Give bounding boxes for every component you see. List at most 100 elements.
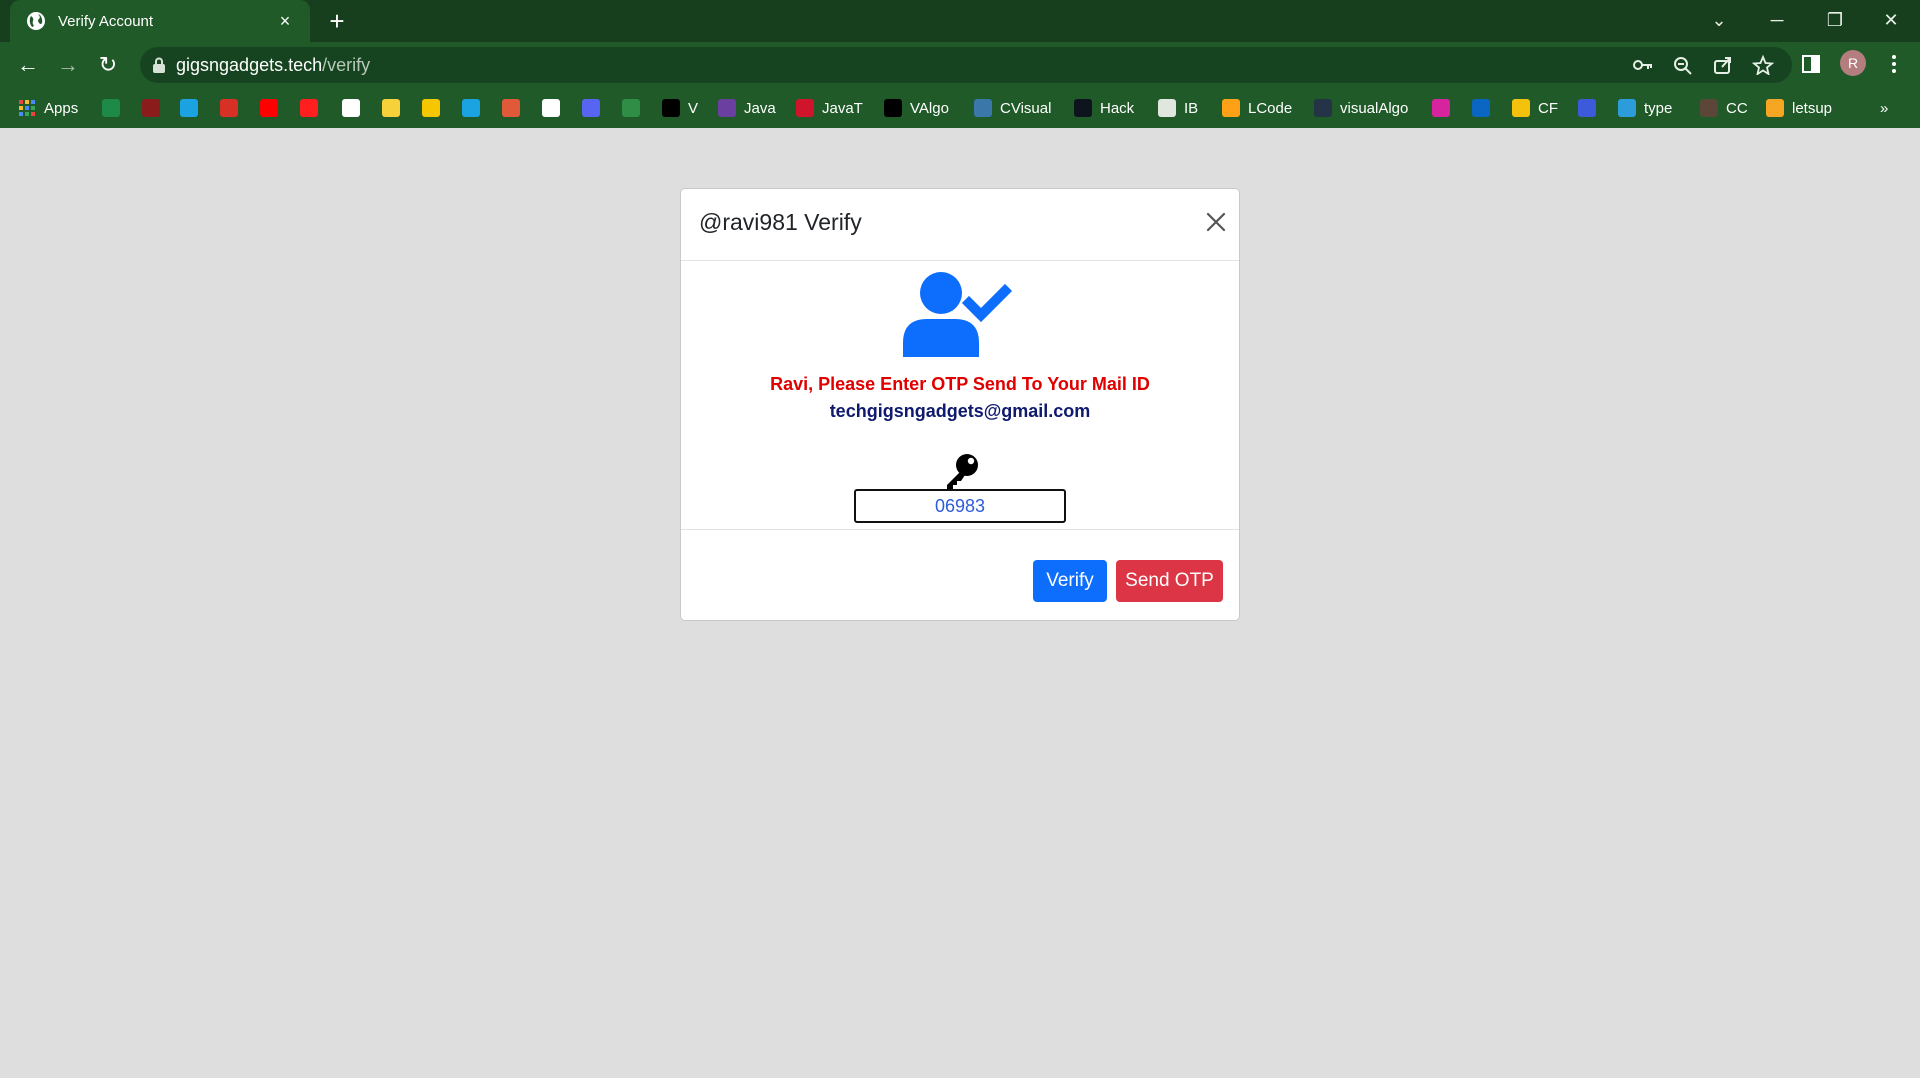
bookmark-label: IB <box>1184 99 1199 117</box>
bookmark-gfg-icon[interactable] <box>622 96 640 120</box>
bookmark-youtube-icon[interactable] <box>260 96 278 120</box>
lock-icon[interactable] <box>152 57 166 73</box>
bookmark-label: VAlgo <box>910 99 949 117</box>
arrow-dev-icon <box>462 99 480 117</box>
side-panel-icon[interactable] <box>1797 50 1825 78</box>
bookmark-ib[interactable]: IB <box>1158 96 1198 120</box>
email-address: techgigsngadgets@gmail.com <box>829 401 1091 421</box>
url-text[interactable]: gigsngadgets.tech/verify <box>176 55 370 76</box>
profile-avatar[interactable]: R <box>1840 50 1866 76</box>
bookmark-cc[interactable]: CC <box>1700 96 1748 120</box>
bookmarks-bar: Apps V Java JavaT VAlgo CVisual Hack IB LCode vis… <box>0 88 1920 128</box>
bookmark-overflow-chevron-icon[interactable]: » <box>1880 96 1888 120</box>
bookmark-youtube-music-icon[interactable] <box>300 96 318 120</box>
browser-chrome: Verify Account × + ⌄ ─ ❐ ✕ ← → ↻ gigsnga… <box>0 0 1920 128</box>
bookmark-cvisual[interactable]: CVisual <box>974 96 1051 120</box>
verify-button[interactable]: Verify <box>1033 560 1107 602</box>
bookmark-discord-icon[interactable] <box>582 96 600 120</box>
flipkart-icon <box>382 99 400 117</box>
codechef-icon <box>1700 99 1718 117</box>
letsupgrade-icon <box>1766 99 1784 117</box>
bookmark-label: CVisual <box>1000 99 1052 117</box>
bookmark-label: Java <box>744 99 776 117</box>
bookmark-java[interactable]: Java <box>718 96 776 120</box>
browser-tab[interactable]: Verify Account × <box>10 0 310 42</box>
bookmark-gmail-icon[interactable] <box>220 96 238 120</box>
bookmark-hack[interactable]: Hack <box>1074 96 1134 120</box>
bookmark-label: Apps <box>44 99 79 117</box>
close-window-button[interactable]: ✕ <box>1862 0 1920 42</box>
send-otp-button[interactable]: Send OTP <box>1116 560 1223 602</box>
excel-icon <box>102 99 120 117</box>
bookmark-amazon-icon[interactable] <box>342 96 360 120</box>
star-icon[interactable] <box>1752 55 1774 75</box>
bookmark-visualalgo[interactable]: visualAlgo <box>1314 96 1408 120</box>
leetcode-icon <box>1222 99 1240 117</box>
restore-button[interactable]: ❐ <box>1806 0 1864 42</box>
bookmark-cf[interactable]: CF <box>1512 96 1558 120</box>
forward-button[interactable]: → <box>52 50 84 80</box>
tab-close-icon[interactable]: × <box>274 10 296 32</box>
bookmark-label: V <box>688 99 699 117</box>
minimize-button[interactable]: ─ <box>1748 0 1806 42</box>
bookmark-label: visualAlgo <box>1340 99 1409 117</box>
otp-instruction: Ravi, Please Enter OTP Send To Your Mail… <box>770 374 1150 394</box>
amazon-icon <box>342 99 360 117</box>
menu-dots-icon[interactable] <box>1880 50 1908 78</box>
link-icon <box>1578 99 1596 117</box>
github-icon <box>542 99 560 117</box>
code-icon <box>502 99 520 117</box>
bookmark-apps[interactable]: Apps <box>18 96 78 120</box>
javat-icon <box>796 99 814 117</box>
globe-icon <box>27 12 45 30</box>
bookmark-label: JavaT <box>822 99 863 117</box>
key-icon <box>947 454 978 489</box>
tab-title: Verify Account <box>58 12 154 30</box>
bookmark-arrow-dev-icon[interactable] <box>462 96 480 120</box>
tab-search-icon[interactable]: ⌄ <box>1690 0 1748 42</box>
bookmark-github-icon[interactable] <box>542 96 560 120</box>
linkedin-icon <box>1472 99 1490 117</box>
zoom-icon[interactable] <box>1672 55 1694 75</box>
bookmark-code-icon[interactable] <box>502 96 520 120</box>
otp-input[interactable] <box>854 489 1066 523</box>
bookmark-arch-icon[interactable] <box>142 96 160 120</box>
youtube-icon <box>260 99 278 117</box>
new-tab-button[interactable]: + <box>322 8 352 34</box>
visualalgo-icon <box>1314 99 1332 117</box>
bookmark-paytm-p-icon[interactable] <box>422 96 440 120</box>
bookmark-link-icon[interactable] <box>1578 96 1596 120</box>
bookmark-type[interactable]: type <box>1618 96 1672 120</box>
bookmark-label: type <box>1644 99 1673 117</box>
bookmark-v[interactable]: V <box>662 96 698 120</box>
valgo-icon <box>884 99 902 117</box>
user-check-icon <box>903 272 1013 357</box>
bookmark-valgo[interactable]: VAlgo <box>884 96 949 120</box>
browser-toolbar: ← → ↻ gigsngadgets.tech/verify <box>0 42 1920 88</box>
reload-button[interactable]: ↻ <box>92 50 124 80</box>
bookmark-instagram-icon[interactable] <box>1432 96 1450 120</box>
bookmark-excel-icon[interactable] <box>102 96 120 120</box>
bookmark-label: CF <box>1538 99 1558 117</box>
address-bar[interactable]: gigsngadgets.tech/verify <box>140 47 1792 83</box>
youtube-music-icon <box>300 99 318 117</box>
modal-title: @ravi981 Verify <box>699 209 862 235</box>
overflow-chevron-icon[interactable]: » <box>1880 100 1888 117</box>
bookmark-letsup[interactable]: letsup <box>1766 96 1832 120</box>
bookmark-p-icon[interactable] <box>180 96 198 120</box>
bookmark-flipkart-icon[interactable] <box>382 96 400 120</box>
bookmark-javat[interactable]: JavaT <box>796 96 863 120</box>
back-button[interactable]: ← <box>12 50 44 80</box>
bookmark-lcode[interactable]: LCode <box>1222 96 1292 120</box>
arch-icon <box>142 99 160 117</box>
share-icon[interactable] <box>1712 55 1734 75</box>
close-icon[interactable] <box>1201 207 1231 237</box>
codeforces-icon <box>1512 99 1530 117</box>
url-host: gigsngadgets.tech <box>176 55 323 75</box>
bookmark-linkedin-icon[interactable] <box>1472 96 1490 120</box>
key-icon[interactable] <box>1632 55 1654 75</box>
bookmark-label: CC <box>1726 99 1748 117</box>
apps-grid-icon <box>18 99 36 117</box>
discord-icon <box>582 99 600 117</box>
bolt-icon <box>718 99 736 117</box>
